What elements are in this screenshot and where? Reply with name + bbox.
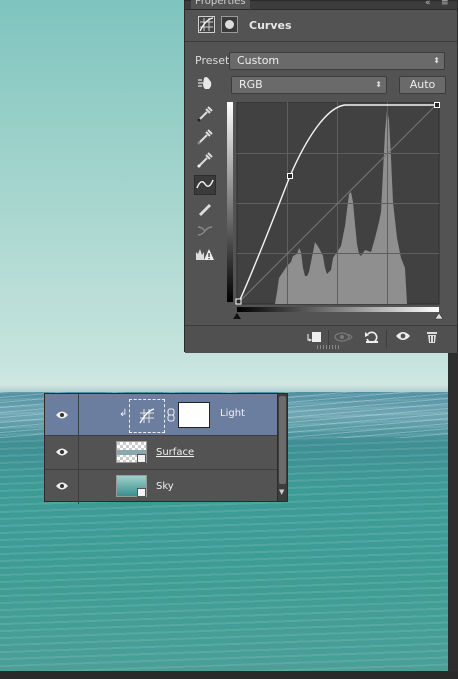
- properties-panel: Properties « ≡ Curves Preset: Custom ⬍ R…: [184, 0, 458, 353]
- channel-value: RGB: [239, 78, 263, 91]
- reset-icon[interactable]: [361, 330, 383, 348]
- curve-point-black: [235, 298, 242, 305]
- panel-menu-icon[interactable]: ≡: [441, 0, 451, 8]
- trash-icon[interactable]: [421, 330, 443, 348]
- bottom-status-bar: [0, 671, 458, 679]
- visibility-cell[interactable]: [45, 394, 79, 435]
- panel-title: Curves: [249, 19, 292, 32]
- channel-dropdown[interactable]: RGB ⬍: [231, 76, 387, 94]
- white-point-eyedropper-icon[interactable]: [194, 151, 216, 171]
- toggle-visibility-icon[interactable]: [392, 330, 414, 348]
- eye-icon[interactable]: [55, 410, 69, 420]
- curves-graph[interactable]: [227, 102, 443, 320]
- layers-panel: ↲ Light Surface Sky ▼: [44, 393, 288, 504]
- panel-resize-grip[interactable]: [317, 345, 339, 349]
- input-gradient-bar: [237, 307, 439, 312]
- black-input-slider: [233, 313, 241, 319]
- clipping-warning-icon[interactable]: [194, 246, 216, 266]
- gray-point-eyedropper-icon[interactable]: [194, 128, 216, 148]
- curve-point-white: [434, 102, 440, 108]
- dropdown-arrow-icon: ⬍: [433, 56, 440, 65]
- preset-value: Custom: [237, 54, 280, 67]
- visibility-cell[interactable]: [45, 470, 79, 504]
- layer-name[interactable]: Surface: [156, 447, 194, 458]
- layer-name[interactable]: Light: [220, 408, 245, 419]
- mask-thumbnail[interactable]: [178, 402, 210, 428]
- properties-tab[interactable]: Properties: [191, 0, 250, 9]
- adjustment-thumbnail[interactable]: [129, 399, 165, 433]
- preset-dropdown[interactable]: Custom ⬍: [229, 52, 445, 70]
- white-input-slider: [434, 312, 443, 320]
- layers-scrollbar[interactable]: ▼: [277, 394, 287, 501]
- eye-icon[interactable]: [55, 481, 69, 491]
- collapse-icon[interactable]: «: [425, 0, 437, 8]
- properties-tab-bar: Properties « ≡: [185, 0, 457, 10]
- smart-object-badge-icon: [137, 454, 146, 463]
- smart-object-badge-icon: [137, 488, 146, 497]
- layer-row-light[interactable]: ↲ Light: [45, 394, 277, 436]
- curve-point-mid: [287, 173, 293, 179]
- on-image-adjust-hand-icon[interactable]: [194, 74, 216, 94]
- curves-icon: [139, 408, 155, 424]
- curves-adjustment-icon[interactable]: [198, 16, 215, 33]
- eye-icon[interactable]: [55, 447, 69, 457]
- footer-separator: [386, 330, 387, 348]
- scroll-down-icon[interactable]: ▼: [279, 488, 284, 496]
- layer-mask-icon[interactable]: [221, 16, 238, 33]
- black-point-eyedropper-icon[interactable]: [194, 105, 216, 125]
- layer-row-sky[interactable]: Sky: [45, 470, 277, 504]
- dropdown-arrow-icon: ⬍: [375, 80, 382, 89]
- pencil-draw-icon[interactable]: [194, 199, 216, 219]
- preset-label: Preset:: [195, 54, 234, 67]
- output-gradient-bar: [227, 102, 233, 302]
- link-icon[interactable]: [167, 408, 175, 422]
- scrollbar-thumb[interactable]: [279, 396, 286, 484]
- properties-header: Curves: [185, 10, 457, 42]
- auto-button[interactable]: Auto: [399, 76, 446, 94]
- layer-row-surface[interactable]: Surface: [45, 436, 277, 470]
- visibility-cell[interactable]: [45, 436, 79, 469]
- clipping-arrow-icon: ↲: [119, 408, 128, 419]
- curve-point-tool-icon[interactable]: [194, 175, 216, 195]
- layer-name[interactable]: Sky: [156, 481, 174, 492]
- smooth-curve-icon[interactable]: [194, 222, 216, 242]
